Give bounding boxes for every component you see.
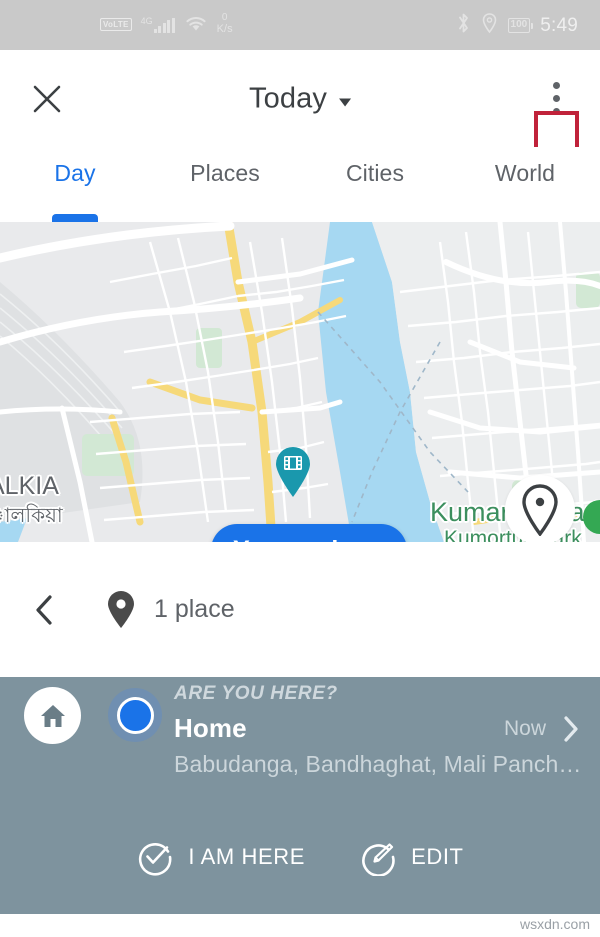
i-am-here-label: I AM HERE <box>188 844 306 869</box>
close-icon <box>33 85 61 112</box>
network-type-label: 4G <box>140 15 153 26</box>
overflow-dot <box>552 82 560 89</box>
date-selector[interactable]: Today <box>249 82 351 115</box>
home-avatar <box>24 687 81 744</box>
edit-button[interactable]: EDIT <box>359 838 464 876</box>
location-dot-icon <box>108 688 162 742</box>
overflow-menu-button[interactable] <box>534 69 578 129</box>
app-screen: VoLTE 4G 0 K/s 100 5:49 Today Day Places… <box>0 0 600 937</box>
location-dot-inner <box>116 696 154 734</box>
chevron-left-icon <box>36 594 52 625</box>
edit-circle-icon <box>362 843 395 876</box>
place-count-label: 1 place <box>154 595 235 623</box>
edit-label: EDIT <box>411 844 464 869</box>
place-summary-row: 1 place <box>0 542 600 677</box>
tab-cities[interactable]: Cities <box>300 147 450 222</box>
cellular-signal-icon: 4G <box>140 15 175 33</box>
watermark-text: wsxdn.com <box>519 916 590 932</box>
overflow-dot <box>552 95 560 102</box>
status-bar-clock: 5:49 <box>540 14 578 36</box>
data-rate-unit: K/s <box>216 23 233 35</box>
back-button[interactable] <box>14 593 74 627</box>
selected-place-marker[interactable] <box>505 475 575 542</box>
map-view[interactable]: ALKIA ালকিয়া sjid Kumartuli Park Kumort… <box>0 222 600 542</box>
tab-label: Cities <box>345 160 405 186</box>
page-title: Today <box>249 82 327 114</box>
tab-label: Places <box>190 160 260 186</box>
footer-bar: wsxdn.com <box>0 914 600 937</box>
tab-places[interactable]: Places <box>150 147 300 222</box>
tab-day[interactable]: Day <box>0 147 150 222</box>
open-place-button[interactable] <box>562 714 580 744</box>
chevron-right-icon <box>564 715 578 742</box>
chevron-down-icon <box>338 98 351 107</box>
app-toolbar: Today <box>0 50 600 210</box>
place-time-label: Now <box>503 716 546 740</box>
battery-icon: 100 <box>507 17 533 33</box>
tab-label: Day <box>54 160 96 186</box>
i-am-here-button[interactable]: I AM HERE <box>136 838 305 876</box>
tab-label: World <box>494 160 556 186</box>
status-bar: VoLTE 4G 0 K/s 100 5:49 <box>0 0 600 50</box>
place-marker-icon <box>522 484 558 536</box>
location-icon <box>481 12 498 39</box>
are-you-here-prompt: ARE YOU HERE? <box>174 683 338 704</box>
wifi-icon <box>184 14 208 37</box>
bluetooth-icon <box>456 12 471 39</box>
tab-world[interactable]: World <box>450 147 600 222</box>
home-icon <box>40 704 65 727</box>
check-circle-icon <box>139 842 172 876</box>
status-bar-left: VoLTE 4G 0 K/s <box>100 13 233 37</box>
signal-bars-icon <box>153 17 175 33</box>
status-bar-right: 100 5:49 <box>456 12 578 39</box>
overflow-dot <box>552 108 560 115</box>
data-rate-value: 0 <box>221 12 228 23</box>
tab-bar: Day Places Cities World <box>0 147 600 222</box>
close-button[interactable] <box>26 78 68 120</box>
data-rate-indicator: 0 K/s <box>217 13 233 35</box>
place-address: Babudanga, Bandhaghat, Mali Panch… <box>174 751 580 777</box>
place-pin-icon <box>106 590 136 629</box>
place-detail-text: ARE YOU HERE? Home Now Babudanga, Bandha… <box>174 684 580 778</box>
place-name: Home <box>174 713 247 743</box>
volte-icon: VoLTE <box>100 17 132 31</box>
place-name-row: Home Now <box>174 713 580 744</box>
you-are-here-callout: You are here <box>211 524 407 542</box>
panel-actions: I AM HERE EDIT <box>0 838 600 876</box>
tab-indicator <box>52 214 98 222</box>
